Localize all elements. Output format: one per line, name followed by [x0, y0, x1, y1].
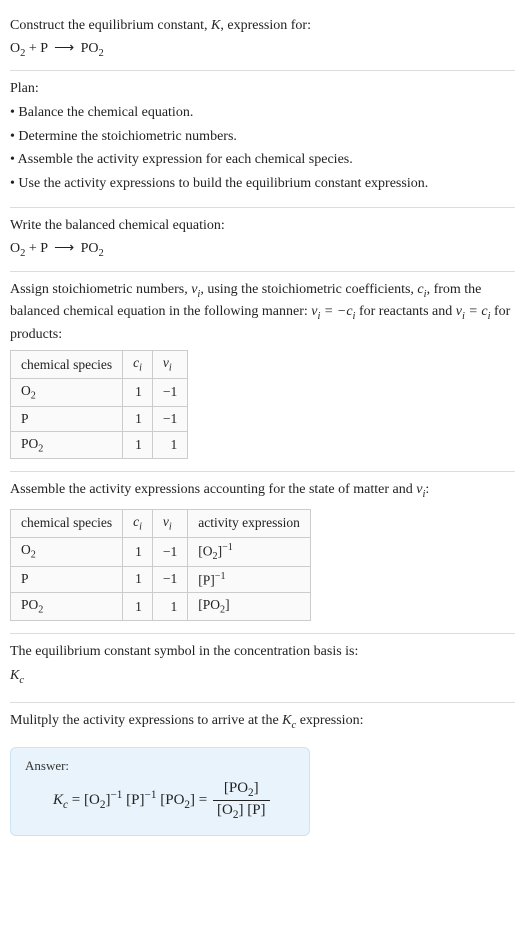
table-row: PO2 1 1 [PO2] [11, 593, 311, 621]
cell-nui: −1 [152, 379, 187, 407]
cell-activity: [PO2] [188, 593, 311, 621]
prompt-line: Construct the equilibrium constant, K, e… [10, 16, 515, 36]
answer-label: Answer: [25, 758, 295, 774]
cell-nui: −1 [152, 566, 187, 593]
assign-paragraph: Assign stoichiometric numbers, νi, using… [10, 280, 515, 345]
cell-species: P [11, 566, 123, 593]
answer-box: Answer: Kc = [O2]−1 [P]−1 [PO2] = [PO2][… [10, 747, 310, 836]
col-activity: activity expression [188, 509, 311, 537]
cell-activity: [P]−1 [188, 566, 311, 593]
fraction: [PO2][O2] [P] [213, 780, 270, 821]
plan-bullet-4: • Use the activity expressions to build … [10, 174, 515, 194]
cell-ci: 1 [123, 406, 153, 431]
assemble-intro: Assemble the activity expressions accoun… [10, 480, 515, 502]
col-nui: νi [152, 351, 187, 379]
plan-bullet-2: • Determine the stoichiometric numbers. [10, 127, 515, 147]
table-row: O2 1 −1 [11, 379, 188, 407]
plus: + [25, 41, 40, 56]
answer-formula: Kc = [O2]−1 [P]−1 [PO2] = [PO2][O2] [P] [25, 780, 295, 821]
cell-ci: 1 [123, 379, 153, 407]
cell-nui: −1 [152, 406, 187, 431]
table-row: O2 1 −1 [O2]−1 [11, 537, 311, 566]
plan-heading: Plan: [10, 79, 515, 99]
col-ci: ci [123, 351, 153, 379]
plus: + [25, 241, 40, 256]
table-row: P 1 −1 [11, 406, 188, 431]
table-header-row: chemical species ci νi [11, 351, 188, 379]
prompt-reaction: O2 + P ⟶ PO2 [10, 40, 515, 59]
multiply-section: Mulitply the activity expressions to arr… [10, 703, 515, 846]
col-species: chemical species [11, 509, 123, 537]
cell-nui: 1 [152, 593, 187, 621]
cell-species: PO2 [11, 431, 123, 459]
col-ci: ci [123, 509, 153, 537]
cell-ci: 1 [123, 431, 153, 459]
species-o2: O2 [10, 241, 25, 256]
balanced-reaction: O2 + P ⟶ PO2 [10, 240, 515, 259]
prompt-text-a: Construct the equilibrium constant, [10, 18, 211, 33]
species-po2: PO2 [81, 41, 104, 56]
balanced-intro: Write the balanced chemical equation: [10, 216, 515, 236]
multiply-line: Mulitply the activity expressions to arr… [10, 711, 515, 733]
species-p: P [40, 241, 47, 256]
col-species: chemical species [11, 351, 123, 379]
stoichiometry-table: chemical species ci νi O2 1 −1 P 1 −1 PO… [10, 350, 188, 459]
table-row: PO2 1 1 [11, 431, 188, 459]
reaction-arrow-icon: ⟶ [54, 40, 74, 57]
cell-species: O2 [11, 537, 123, 566]
species-p: P [40, 41, 47, 56]
symbol-line: The equilibrium constant symbol in the c… [10, 642, 515, 662]
prompt-text-b: , expression for: [220, 18, 311, 33]
cell-ci: 1 [123, 593, 153, 621]
assemble-section: Assemble the activity expressions accoun… [10, 472, 515, 634]
table-header-row: chemical species ci νi activity expressi… [11, 509, 311, 537]
balanced-section: Write the balanced chemical equation: O2… [10, 208, 515, 271]
symbol-Kc: Kc [10, 666, 515, 688]
cell-nui: 1 [152, 431, 187, 459]
cell-ci: 1 [123, 537, 153, 566]
species-o2: O2 [10, 41, 25, 56]
cell-species: O2 [11, 379, 123, 407]
reaction-arrow-icon: ⟶ [54, 240, 74, 257]
plan-section: Plan: • Balance the chemical equation. •… [10, 71, 515, 208]
symbol-K: K [211, 18, 220, 33]
species-po2: PO2 [81, 241, 104, 256]
plan-bullet-1: • Balance the chemical equation. [10, 103, 515, 123]
plan-bullet-3: • Assemble the activity expression for e… [10, 150, 515, 170]
cell-species: PO2 [11, 593, 123, 621]
prompt-section: Construct the equilibrium constant, K, e… [10, 8, 515, 71]
cell-ci: 1 [123, 566, 153, 593]
col-nui: νi [152, 509, 187, 537]
assign-section: Assign stoichiometric numbers, νi, using… [10, 272, 515, 473]
cell-activity: [O2]−1 [188, 537, 311, 566]
cell-species: P [11, 406, 123, 431]
activity-table: chemical species ci νi activity expressi… [10, 509, 311, 621]
symbol-section: The equilibrium constant symbol in the c… [10, 634, 515, 703]
cell-nui: −1 [152, 537, 187, 566]
table-row: P 1 −1 [P]−1 [11, 566, 311, 593]
